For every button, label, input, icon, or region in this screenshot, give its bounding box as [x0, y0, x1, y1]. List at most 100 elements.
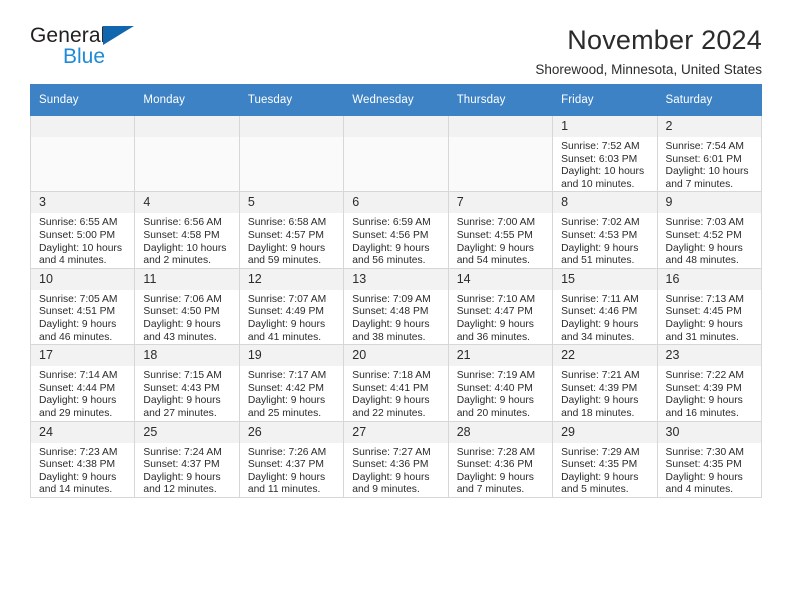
daylight-text: Daylight: 9 hours and 18 minutes. [561, 395, 639, 419]
sunrise-text: Sunrise: 7:13 AM [665, 293, 744, 305]
day-number: 29 [553, 421, 657, 443]
day-details: Sunrise: 6:59 AM Sunset: 4:56 PM Daylight:… [344, 213, 447, 267]
calendar-day-cell[interactable]: 12 Sunrise: 7:07 AM Sunset: 4:49 PM Dayligh… [238, 267, 345, 346]
day-number: 30 [657, 421, 761, 443]
sunset-text: Sunset: 4:47 PM [456, 306, 533, 318]
calendar-day-cell[interactable]: 18 Sunrise: 7:15 AM Sunset: 4:43 PM Dayligh… [134, 344, 240, 422]
sunset-text: Sunset: 6:03 PM [561, 153, 638, 165]
calendar-day-cell[interactable]: 24 Sunrise: 7:23 AM Sunset: 4:38 PM Dayligh… [29, 420, 136, 498]
day-number: 26 [239, 421, 344, 443]
calendar-day-cell[interactable]: 22 Sunrise: 7:21 AM Sunset: 4:39 PM Dayligh… [552, 344, 658, 422]
day-number [31, 116, 135, 137]
day-number: 4 [135, 192, 239, 214]
calendar-day-cell[interactable]: 16 Sunrise: 7:13 AM Sunset: 4:45 PM Dayligh… [656, 267, 763, 346]
sunrise-text: Sunrise: 7:00 AM [456, 217, 536, 229]
sunrise-text: Sunrise: 7:05 AM [39, 293, 118, 305]
sunrise-text: Sunrise: 7:19 AM [456, 370, 536, 382]
daylight-text: Daylight: 9 hours and 51 minutes. [561, 242, 639, 267]
calendar-day-cell[interactable]: 7 Sunrise: 7:00 AM Sunset: 4:55 PM Daylight… [447, 191, 554, 269]
daylight-text: Daylight: 10 hours and 2 minutes. [143, 242, 227, 267]
calendar-day-cell[interactable]: 3 Sunrise: 6:55 AM Sunset: 5:00 PM Daylight… [29, 191, 136, 269]
sunrise-text: Sunrise: 7:03 AM [665, 217, 744, 229]
daylight-text: Daylight: 10 hours and 10 minutes. [561, 166, 645, 190]
day-details: Sunrise: 6:55 AM Sunset: 5:00 PM Daylight:… [31, 213, 134, 267]
sunrise-text: Sunrise: 7:11 AM [561, 293, 639, 305]
daylight-text: Daylight: 9 hours and 20 minutes. [456, 395, 534, 419]
daylight-text: Daylight: 9 hours and 59 minutes. [247, 242, 326, 267]
day-number [239, 116, 344, 137]
day-details: Sunrise: 7:00 AM Sunset: 4:55 PM Daylight:… [449, 213, 552, 267]
sunset-text: Sunset: 4:44 PM [39, 382, 116, 394]
day-details: Sunrise: 7:23 AM Sunset: 4:38 PM Daylight:… [31, 443, 134, 497]
calendar-day-cell[interactable]: 2 Sunrise: 7:54 AM Sunset: 6:01 PM Daylight… [656, 114, 763, 193]
day-number: 11 [135, 268, 239, 290]
calendar-day-cell[interactable]: 14 Sunrise: 7:10 AM Sunset: 4:47 PM Dayligh… [447, 267, 554, 346]
calendar-day-cell[interactable]: 10 Sunrise: 7:05 AM Sunset: 4:51 PM Dayligh… [29, 267, 136, 346]
daylight-text: Daylight: 9 hours and 29 minutes. [39, 395, 117, 419]
sunset-text: Sunset: 4:38 PM [39, 459, 116, 471]
sunrise-text: Sunrise: 7:24 AM [143, 446, 222, 458]
day-number: 28 [448, 421, 553, 443]
daylight-text: Daylight: 9 hours and 43 minutes. [143, 318, 221, 343]
sunset-text: Sunset: 4:36 PM [352, 459, 429, 471]
calendar-day-cell[interactable]: 30 Sunrise: 7:30 AM Sunset: 4:35 PM Dayligh… [656, 420, 763, 498]
sunrise-text: Sunrise: 7:27 AM [352, 446, 431, 458]
calendar-day-cell[interactable]: 17 Sunrise: 7:14 AM Sunset: 4:44 PM Dayligh… [29, 344, 136, 422]
calendar-day-cell-empty [29, 114, 136, 193]
calendar-day-cell[interactable]: 6 Sunrise: 6:59 AM Sunset: 4:56 PM Daylight… [343, 191, 449, 269]
day-number: 23 [657, 345, 761, 367]
calendar-day-cell[interactable]: 13 Sunrise: 7:09 AM Sunset: 4:48 PM Dayligh… [343, 267, 449, 346]
sunset-text: Sunset: 4:46 PM [561, 306, 638, 318]
calendar-day-cell[interactable]: 21 Sunrise: 7:19 AM Sunset: 4:40 PM Dayligh… [447, 344, 554, 422]
day-details: Sunrise: 7:13 AM Sunset: 4:45 PM Daylight:… [658, 290, 761, 344]
calendar-day-cell[interactable]: 15 Sunrise: 7:11 AM Sunset: 4:46 PM Dayligh… [552, 267, 658, 346]
sunrise-text: Sunrise: 7:18 AM [352, 370, 431, 382]
day-number: 1 [553, 116, 657, 137]
calendar-day-cell[interactable]: 27 Sunrise: 7:27 AM Sunset: 4:36 PM Dayligh… [343, 420, 449, 498]
day-details: Sunrise: 7:18 AM Sunset: 4:41 PM Daylight:… [344, 366, 447, 420]
day-number [344, 116, 448, 137]
calendar-week-row: 10 Sunrise: 7:05 AM Sunset: 4:51 PM Dayligh… [29, 267, 763, 346]
day-details: Sunrise: 7:14 AM Sunset: 4:44 PM Daylight:… [31, 366, 134, 420]
calendar-day-cell[interactable]: 11 Sunrise: 7:06 AM Sunset: 4:50 PM Dayligh… [134, 267, 240, 346]
day-details: Sunrise: 7:21 AM Sunset: 4:39 PM Daylight:… [553, 366, 656, 420]
day-number: 25 [135, 421, 239, 443]
weekday-header-wednesday: Wednesday [343, 84, 449, 116]
day-number: 12 [239, 268, 344, 290]
day-details: Sunrise: 7:24 AM Sunset: 4:37 PM Daylight:… [135, 443, 238, 497]
day-number: 5 [239, 192, 344, 214]
calendar-day-cell[interactable]: 26 Sunrise: 7:26 AM Sunset: 4:37 PM Dayligh… [238, 420, 345, 498]
weekday-header-sunday: Sunday [29, 84, 136, 116]
calendar-day-cell[interactable]: 1 Sunrise: 7:52 AM Sunset: 6:03 PM Daylight… [552, 114, 658, 193]
day-details: Sunrise: 7:22 AM Sunset: 4:39 PM Daylight:… [658, 366, 761, 420]
calendar-day-cell[interactable]: 5 Sunrise: 6:58 AM Sunset: 4:57 PM Daylight… [238, 191, 345, 269]
sunrise-text: Sunrise: 7:26 AM [247, 446, 327, 458]
day-number [135, 116, 239, 137]
calendar-day-cell[interactable]: 9 Sunrise: 7:03 AM Sunset: 4:52 PM Daylight… [656, 191, 763, 269]
sunset-text: Sunset: 4:36 PM [456, 459, 533, 471]
sunrise-text: Sunrise: 7:15 AM [143, 370, 222, 382]
daylight-text: Daylight: 9 hours and 22 minutes. [352, 395, 430, 419]
calendar-day-cell[interactable]: 20 Sunrise: 7:18 AM Sunset: 4:41 PM Dayligh… [343, 344, 449, 422]
day-details: Sunrise: 7:30 AM Sunset: 4:35 PM Daylight:… [658, 443, 761, 497]
day-details: Sunrise: 6:56 AM Sunset: 4:58 PM Daylight:… [135, 213, 238, 267]
daylight-text: Daylight: 9 hours and 36 minutes. [456, 318, 534, 343]
calendar-day-cell[interactable]: 19 Sunrise: 7:17 AM Sunset: 4:42 PM Dayligh… [238, 344, 345, 422]
title-block: November 2024 Shorewood, Minnesota, Unit… [535, 24, 762, 80]
daylight-text: Daylight: 10 hours and 7 minutes. [665, 166, 749, 190]
daylight-text: Daylight: 9 hours and 4 minutes. [665, 471, 743, 496]
calendar-day-cell[interactable]: 29 Sunrise: 7:29 AM Sunset: 4:35 PM Dayligh… [552, 420, 658, 498]
calendar-day-cell[interactable]: 23 Sunrise: 7:22 AM Sunset: 4:39 PM Dayligh… [656, 344, 763, 422]
calendar-day-cell[interactable]: 25 Sunrise: 7:24 AM Sunset: 4:37 PM Dayligh… [134, 420, 240, 498]
daylight-text: Daylight: 9 hours and 56 minutes. [352, 242, 430, 267]
calendar-day-cell[interactable]: 28 Sunrise: 7:28 AM Sunset: 4:36 PM Dayligh… [447, 420, 554, 498]
calendar-day-cell[interactable]: 8 Sunrise: 7:02 AM Sunset: 4:53 PM Daylight… [552, 191, 658, 269]
calendar-day-cell[interactable]: 4 Sunrise: 6:56 AM Sunset: 4:58 PM Daylight… [134, 191, 240, 269]
day-details: Sunrise: 7:15 AM Sunset: 4:43 PM Daylight:… [135, 366, 238, 420]
daylight-text: Daylight: 9 hours and 34 minutes. [561, 318, 639, 343]
general-blue-logo[interactable]: General Blue [30, 24, 146, 70]
calendar-week-row: 3 Sunrise: 6:55 AM Sunset: 5:00 PM Daylight… [29, 191, 763, 269]
day-details: Sunrise: 7:27 AM Sunset: 4:36 PM Daylight:… [344, 443, 447, 497]
daylight-text: Daylight: 9 hours and 54 minutes. [456, 242, 534, 267]
day-number: 14 [448, 268, 553, 290]
